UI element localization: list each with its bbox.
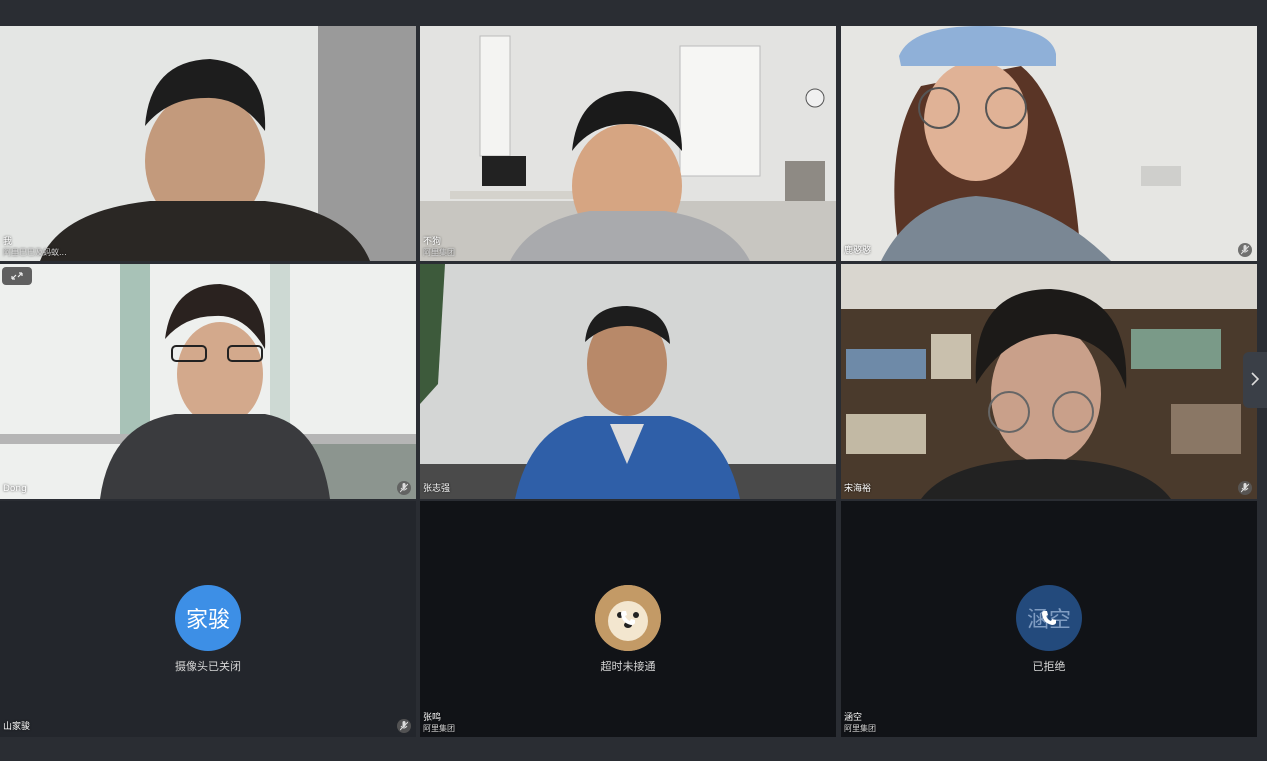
participant-name: Dong (3, 484, 27, 494)
participant-org: 阿里巴巴及蚂蚁... (3, 248, 67, 257)
participant-name: 张鸣 阿里集团 (423, 713, 455, 733)
camera-off-status: 摄像头已关闭 (175, 660, 241, 673)
participant-name: 不狗 阿里集团 (423, 237, 455, 257)
video-feed (0, 26, 416, 261)
phone-icon (1040, 609, 1058, 631)
chevron-right-icon (1250, 371, 1260, 390)
video-tile-dong[interactable]: Dong (0, 264, 416, 499)
participant-name: 我 阿里巴巴及蚂蚁... (3, 237, 67, 257)
participant-name: 山家骏 (3, 722, 31, 732)
participant-org: 阿里集团 (423, 724, 455, 733)
mic-muted-icon (1238, 243, 1252, 257)
mic-muted-icon (397, 481, 411, 495)
call-status: 已拒绝 (1032, 660, 1066, 673)
participant-name: 张志强 (423, 484, 451, 494)
video-tile-shanjiajun[interactable]: 家骏 摄像头已关闭 山家骏 (0, 501, 416, 737)
avatar: 家骏 (175, 585, 241, 651)
video-feed (841, 264, 1257, 499)
expand-icon[interactable] (2, 267, 32, 285)
video-tile-zhangzhiqiang[interactable]: 张志强 (420, 264, 836, 499)
video-tile-luhanhan[interactable]: 鹿憨憨 (841, 26, 1257, 261)
participant-org: 阿里集团 (423, 248, 455, 257)
video-feed (0, 264, 416, 499)
video-feed (420, 264, 836, 499)
next-page-button[interactable] (1243, 352, 1267, 408)
video-tile-hankong[interactable]: 涵空 已拒绝 涵空 阿里集团 (841, 501, 1257, 737)
mic-muted-icon (397, 719, 411, 733)
video-feed (420, 26, 836, 261)
participant-name: 涵空 阿里集团 (844, 713, 876, 733)
participant-org: 阿里集团 (844, 724, 876, 733)
video-tile-songhaiyu[interactable]: 宋海裕 (841, 264, 1257, 499)
mic-muted-icon (1238, 481, 1252, 495)
video-feed (841, 26, 1257, 261)
call-status: 超时未接通 (600, 660, 656, 673)
video-tile-zhangming[interactable]: 超时未接通 张鸣 阿里集团 (420, 501, 836, 737)
participant-name: 宋海裕 (844, 484, 872, 494)
video-tile-bugou[interactable]: 不狗 阿里集团 (420, 26, 836, 261)
video-tile-self[interactable]: 我 阿里巴巴及蚂蚁... (0, 26, 416, 261)
phone-icon (619, 609, 637, 631)
participant-name: 鹿憨憨 (844, 246, 872, 256)
